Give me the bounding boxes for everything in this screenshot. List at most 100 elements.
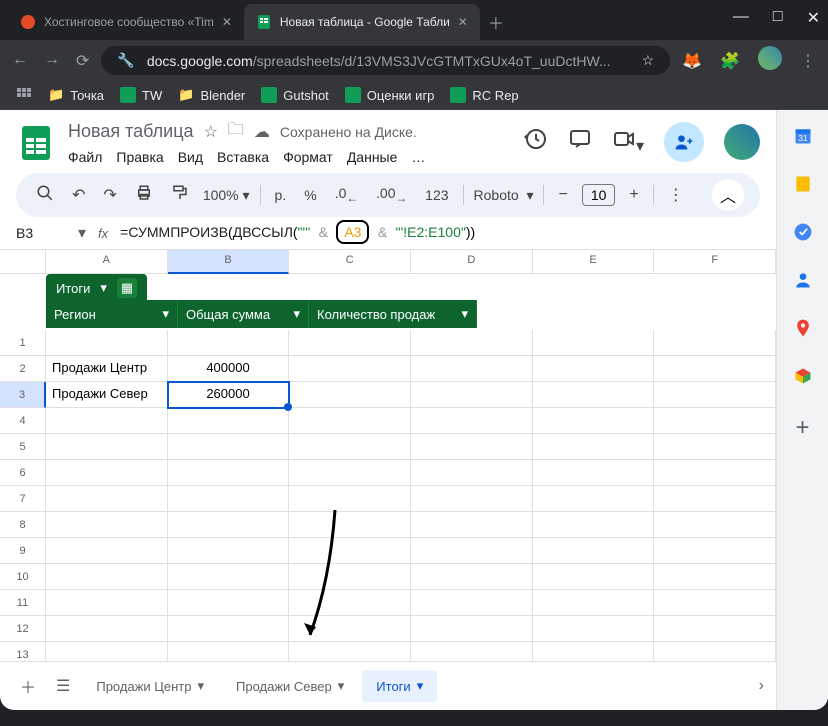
column-header[interactable]: A [46, 250, 168, 274]
font-selector[interactable]: Roboto ▾ [474, 187, 534, 204]
sheet-tab[interactable]: Продажи Центр ▾ [82, 670, 218, 702]
site-info-icon[interactable]: 🔧 [117, 52, 134, 69]
decrease-decimal-button[interactable]: .0← [331, 181, 362, 209]
apps-icon[interactable] [16, 87, 32, 103]
currency-button[interactable]: р. [271, 183, 291, 207]
select-all-corner[interactable] [0, 250, 46, 274]
table-banner[interactable]: Итоги ▾ ▦ [46, 274, 147, 302]
extensions-button[interactable]: 🧩 [720, 51, 740, 71]
chevron-down-icon[interactable]: ▾ [461, 306, 468, 322]
comments-icon[interactable] [568, 127, 592, 156]
bookmark-item[interactable]: 📁Точка [48, 87, 104, 103]
maximize-icon[interactable]: □ [773, 8, 783, 28]
bookmark-item[interactable]: Gutshot [261, 87, 329, 103]
collapse-toolbar-button[interactable]: ︿ [712, 179, 744, 211]
sheet-tab[interactable]: Продажи Север ▾ [222, 670, 358, 702]
column-header[interactable]: D [411, 250, 533, 274]
chevron-down-icon[interactable]: ▾ [78, 223, 86, 243]
doc-title[interactable]: Новая таблица [68, 121, 194, 142]
cell[interactable]: Продажи Центр [46, 356, 168, 382]
tasks-icon[interactable] [793, 222, 813, 242]
bookmark-item[interactable]: RC Rep [450, 87, 518, 103]
maps-icon[interactable] [793, 318, 813, 338]
row-header[interactable]: 3 [0, 382, 46, 408]
zoom-selector[interactable]: 100% ▾ [203, 187, 250, 204]
name-box[interactable]: B3 [16, 225, 66, 241]
keep-icon[interactable] [793, 174, 813, 194]
extension-icon[interactable]: 🦊 [682, 51, 702, 71]
row-header[interactable]: 7 [0, 486, 46, 512]
row-header[interactable]: 10 [0, 564, 46, 590]
bookmark-item[interactable]: 📁Blender [178, 87, 245, 103]
menu-insert[interactable]: Вставка [217, 149, 269, 165]
font-size-decrease[interactable]: − [554, 182, 571, 208]
expand-side-panel-button[interactable]: › [759, 677, 764, 695]
print-icon[interactable] [131, 180, 157, 211]
formula-input[interactable]: =СУММПРОИЗВ(ДВССЫЛ("'" & A3 & "'!E2:E100… [120, 224, 475, 242]
bookmark-item[interactable]: TW [120, 87, 162, 103]
new-tab-button[interactable]: ＋ [480, 2, 512, 42]
add-sheet-button[interactable]: ＋ [12, 666, 44, 706]
addon-icon[interactable] [793, 366, 813, 386]
search-icon[interactable] [32, 180, 58, 211]
paint-format-icon[interactable] [167, 180, 193, 211]
browser-tab[interactable]: Новая таблица - Google Табли ✕ [244, 4, 480, 40]
star-icon[interactable]: ☆ [642, 52, 655, 69]
menu-edit[interactable]: Правка [116, 149, 163, 165]
close-window-icon[interactable]: ✕ [807, 8, 820, 28]
row-header[interactable]: 4 [0, 408, 46, 434]
back-button[interactable]: ← [12, 51, 28, 71]
chevron-down-icon[interactable]: ▾ [293, 306, 300, 322]
forward-button[interactable]: → [44, 51, 60, 71]
cell[interactable] [289, 356, 411, 382]
font-size-increase[interactable]: + [625, 182, 642, 208]
row-header[interactable]: 2 [0, 356, 46, 382]
chevron-down-icon[interactable]: ▾ [100, 280, 107, 296]
menu-more[interactable]: … [411, 149, 425, 165]
row-header[interactable]: 9 [0, 538, 46, 564]
url-input[interactable]: 🔧 docs.google.com/spreadsheets/d/13VMS3J… [101, 46, 670, 75]
table-header-cell[interactable]: Общая сумма▾ [178, 300, 309, 328]
history-icon[interactable] [524, 127, 548, 156]
undo-button[interactable]: ↶ [68, 181, 89, 209]
table-view-icon[interactable]: ▦ [117, 278, 137, 298]
cell[interactable] [289, 382, 411, 408]
column-header[interactable]: E [533, 250, 655, 274]
menu-data[interactable]: Данные [347, 149, 398, 165]
profile-avatar[interactable] [758, 46, 782, 75]
add-addon-button[interactable]: + [793, 414, 813, 434]
increase-decimal-button[interactable]: .00→ [372, 181, 411, 209]
close-icon[interactable]: ✕ [222, 15, 232, 29]
star-icon[interactable]: ☆ [204, 122, 218, 142]
percent-button[interactable]: % [300, 183, 320, 207]
column-header[interactable]: F [654, 250, 776, 274]
spreadsheet-grid[interactable]: A B C D E F Итоги ▾ ▦ Регион▾ Общая сумм… [0, 250, 776, 661]
sheet-tab-active[interactable]: Итоги ▾ [362, 670, 437, 702]
row-header[interactable]: 11 [0, 590, 46, 616]
bookmark-item[interactable]: Оценки игр [345, 87, 435, 103]
calendar-icon[interactable]: 31 [793, 126, 813, 146]
redo-button[interactable]: ↷ [99, 181, 120, 209]
share-button[interactable] [664, 122, 704, 162]
table-header-cell[interactable]: Количество продаж▾ [309, 300, 477, 328]
row-header[interactable]: 6 [0, 460, 46, 486]
cloud-icon[interactable]: ☁ [254, 122, 270, 142]
menu-view[interactable]: Вид [178, 149, 203, 165]
more-formats-button[interactable]: 123 [421, 183, 452, 207]
contacts-icon[interactable] [793, 270, 813, 290]
minimize-icon[interactable]: ― [733, 8, 749, 28]
more-toolbar-icon[interactable]: ⋮ [664, 181, 688, 209]
column-header[interactable]: C [289, 250, 411, 274]
chevron-down-icon[interactable]: ▾ [162, 306, 169, 322]
row-header[interactable]: 12 [0, 616, 46, 642]
row-header[interactable]: 1 [0, 330, 46, 356]
all-sheets-button[interactable]: ☰ [48, 668, 78, 704]
move-icon[interactable]: 🗀 [228, 118, 244, 145]
menu-file[interactable]: Файл [68, 149, 102, 165]
browser-tab[interactable]: Хостинговое сообщество «Tim ✕ [8, 4, 244, 40]
reload-button[interactable]: ⟳ [76, 51, 89, 71]
selected-cell[interactable]: 260000 [168, 382, 290, 408]
sheets-logo-icon[interactable] [16, 122, 56, 162]
account-avatar[interactable] [724, 124, 760, 160]
row-header[interactable]: 8 [0, 512, 46, 538]
